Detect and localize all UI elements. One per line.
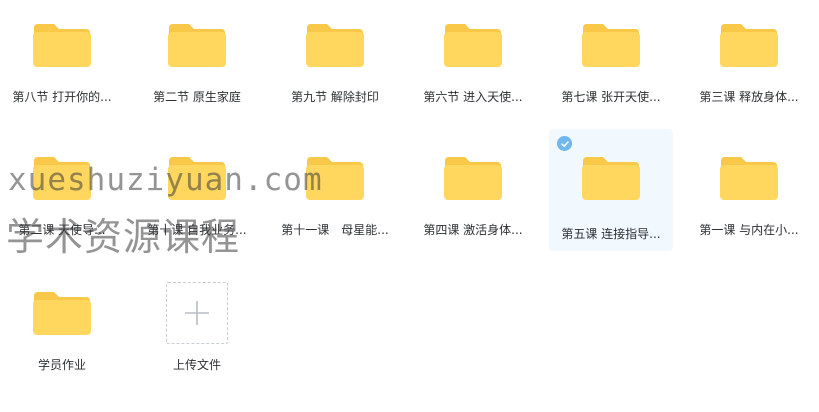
folder-name: 第十一课 母星能... (281, 223, 389, 237)
folder-name: 第一课 与内在小... (699, 223, 799, 237)
folder-icon (305, 155, 365, 201)
folder-icon (443, 155, 503, 201)
folder-tile[interactable]: 第四课 激活身体... (411, 133, 535, 251)
folder-tile[interactable]: 第七课 张开天使... (549, 0, 673, 118)
folder-tile[interactable]: 第六节 进入天使... (411, 0, 535, 118)
folder-tile-selected[interactable]: 第五课 连接指导... (549, 129, 673, 251)
folder-name: 第六节 进入天使... (423, 90, 523, 104)
upload-file-tile[interactable]: 上传文件 (135, 268, 259, 386)
folder-icon (719, 155, 779, 201)
folder-tile[interactable]: 第三课 释放身体... (687, 0, 811, 118)
folder-name: 第九节 解除封印 (291, 90, 379, 104)
folder-name: 第五课 连接指导... (561, 227, 661, 241)
folder-icon (443, 22, 503, 68)
folder-tile[interactable]: 第九节 解除封印 (273, 0, 397, 118)
upload-label: 上传文件 (172, 358, 221, 372)
file-grid: 第八节 打开你的... 第二节 原生家庭 第九节 解除封印 第六节 进入天使..… (0, 0, 819, 412)
folder-icon (32, 22, 92, 68)
folder-name: 学员作业 (37, 358, 86, 372)
folder-icon (581, 155, 641, 201)
folder-name: 第八节 打开你的... (12, 90, 112, 104)
folder-tile[interactable]: 第十课 自我业务... (135, 133, 259, 251)
folder-name: 第十课 自我业务... (147, 223, 247, 237)
folder-name: 第二课 天使导... (18, 223, 106, 237)
folder-tile[interactable]: 第一课 与内在小... (687, 133, 811, 251)
folder-tile[interactable]: 学员作业 (0, 268, 124, 386)
folder-icon (305, 22, 365, 68)
upload-button[interactable] (166, 282, 228, 344)
checkmark-icon[interactable] (557, 136, 572, 151)
folder-tile[interactable]: 第二课 天使导... (0, 133, 124, 251)
folder-tile[interactable]: 第二节 原生家庭 (135, 0, 259, 118)
folder-name: 第七课 张开天使... (561, 90, 661, 104)
folder-name: 第二节 原生家庭 (153, 90, 241, 104)
plus-icon (185, 301, 209, 325)
folder-tile[interactable]: 第十一课 母星能... (273, 133, 397, 251)
folder-icon (167, 155, 227, 201)
folder-name: 第三课 释放身体... (699, 90, 799, 104)
folder-icon (32, 290, 92, 336)
folder-icon (167, 22, 227, 68)
folder-icon (719, 22, 779, 68)
folder-tile[interactable]: 第八节 打开你的... (0, 0, 124, 118)
folder-icon (32, 155, 92, 201)
folder-icon (581, 22, 641, 68)
folder-name: 第四课 激活身体... (423, 223, 523, 237)
